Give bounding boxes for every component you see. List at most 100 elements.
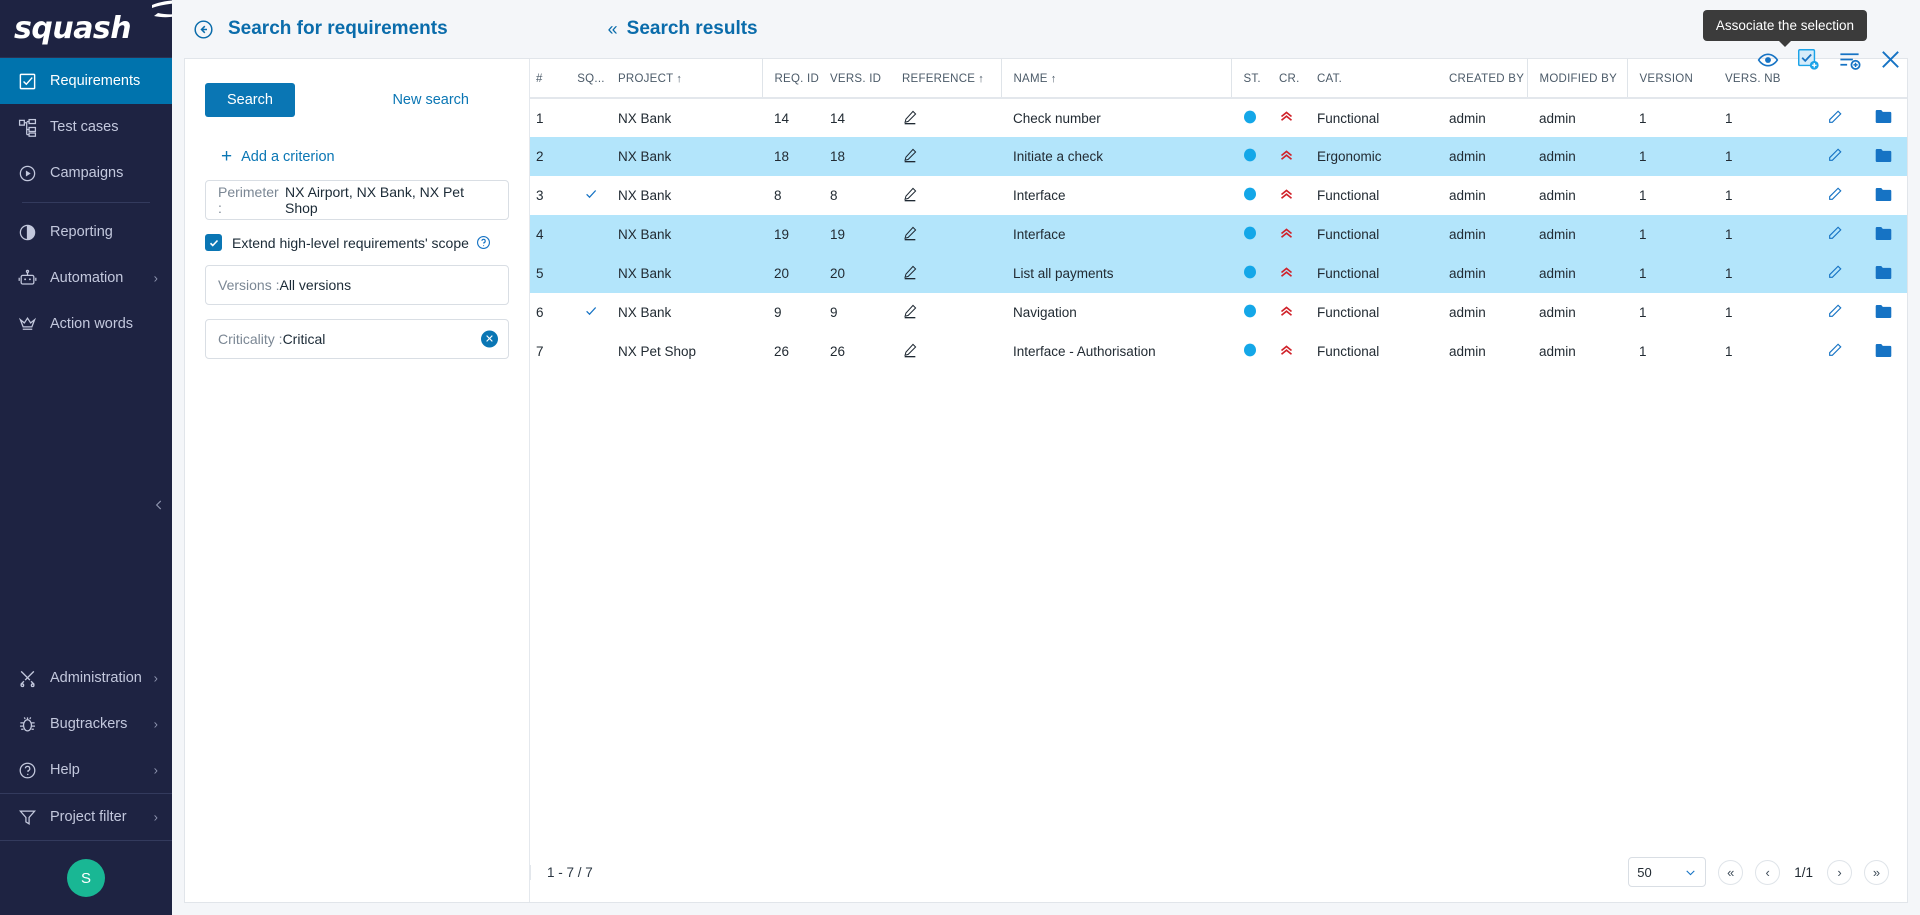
cell-category: Functional bbox=[1311, 176, 1443, 215]
sidebar-nav-main: Requirements Test cases bbox=[0, 58, 172, 347]
column-header-project[interactable]: PROJECT↑ bbox=[612, 59, 762, 98]
table-row[interactable]: 4NX Bank1919InterfaceFunctionaladminadmi… bbox=[530, 215, 1907, 254]
double-chevron-left-icon: « bbox=[608, 19, 618, 40]
column-header-num[interactable]: # bbox=[530, 59, 570, 98]
row-folder-icon[interactable] bbox=[1875, 265, 1892, 280]
column-header-version[interactable]: VERSION bbox=[1627, 59, 1719, 98]
reference-edit-icon[interactable] bbox=[902, 307, 918, 322]
status-dot-icon bbox=[1243, 306, 1257, 321]
column-header-reference[interactable]: REFERENCE↑ bbox=[896, 59, 1001, 98]
table-row[interactable]: 2NX Bank1818Initiate a checkErgonomicadm… bbox=[530, 137, 1907, 176]
reference-edit-icon[interactable] bbox=[902, 113, 918, 128]
reference-edit-icon[interactable] bbox=[902, 268, 918, 283]
prev-page-button[interactable]: ‹ bbox=[1755, 860, 1780, 885]
cell-vers_nb: 1 bbox=[1719, 254, 1811, 293]
row-edit-icon[interactable] bbox=[1827, 342, 1843, 358]
cell-project: NX Bank bbox=[612, 98, 762, 137]
sidebar-item-automation[interactable]: Automation › bbox=[0, 255, 172, 301]
row-edit-icon[interactable] bbox=[1827, 264, 1843, 280]
reference-edit-icon[interactable] bbox=[902, 151, 918, 166]
results-table-body: 1NX Bank1414Check numberFunctionaladmina… bbox=[530, 98, 1907, 371]
table-row[interactable]: 1NX Bank1414Check numberFunctionaladmina… bbox=[530, 98, 1907, 137]
sidebar-item-reporting[interactable]: Reporting bbox=[0, 209, 172, 255]
column-header-name[interactable]: NAME↑ bbox=[1001, 59, 1231, 98]
column-header-label: SQ... bbox=[577, 73, 604, 85]
list-plus-icon[interactable] bbox=[1838, 48, 1861, 71]
first-page-button[interactable]: « bbox=[1718, 860, 1743, 885]
criticality-critical-icon bbox=[1279, 112, 1294, 127]
main-area: Search for requirements « Search results… bbox=[172, 0, 1920, 915]
column-header-modified_by[interactable]: MODIFIED BY bbox=[1527, 59, 1627, 98]
avatar[interactable]: S bbox=[67, 859, 105, 897]
next-page-button[interactable]: › bbox=[1827, 860, 1852, 885]
clear-criterion-icon[interactable]: ✕ bbox=[481, 331, 498, 348]
criterion-versions[interactable]: Versions : All versions bbox=[205, 265, 509, 305]
app-logo[interactable]: squash bbox=[0, 0, 172, 58]
sidebar-item-action-words[interactable]: Action words bbox=[0, 301, 172, 347]
table-row[interactable]: 6NX Bank99NavigationFunctionaladminadmin… bbox=[530, 293, 1907, 332]
sidebar-item-project-filter[interactable]: Project filter › bbox=[0, 794, 172, 840]
row-edit-icon[interactable] bbox=[1827, 303, 1843, 319]
cell-modified_by: admin bbox=[1527, 176, 1627, 215]
reference-edit-icon[interactable] bbox=[902, 346, 918, 361]
row-folder-icon[interactable] bbox=[1875, 304, 1892, 319]
sidebar-item-campaigns[interactable]: Campaigns bbox=[0, 150, 172, 196]
table-row[interactable]: 3NX Bank88InterfaceFunctionaladminadmin1… bbox=[530, 176, 1907, 215]
search-button[interactable]: Search bbox=[205, 83, 295, 117]
criterion-criticality[interactable]: Criticality : Critical ✕ bbox=[205, 319, 509, 359]
table-row[interactable]: 7NX Pet Shop2626Interface - Authorisatio… bbox=[530, 332, 1907, 371]
row-edit-icon[interactable] bbox=[1827, 225, 1843, 241]
cell-edit bbox=[1811, 98, 1859, 137]
cell-name: List all payments bbox=[1001, 254, 1231, 293]
column-header-sq[interactable]: SQ... bbox=[570, 59, 612, 98]
column-header-status[interactable]: ST. bbox=[1231, 59, 1273, 98]
row-folder-icon[interactable] bbox=[1875, 343, 1892, 358]
sidebar-item-bugtrackers[interactable]: Bugtrackers › bbox=[0, 701, 172, 747]
reference-edit-icon[interactable] bbox=[902, 229, 918, 244]
eye-icon[interactable] bbox=[1757, 49, 1779, 71]
extend-scope-checkbox[interactable] bbox=[205, 234, 222, 251]
table-row[interactable]: 5NX Bank2020List all paymentsFunctionala… bbox=[530, 254, 1907, 293]
sidebar-item-test-cases[interactable]: Test cases bbox=[0, 104, 172, 150]
back-button[interactable] bbox=[192, 18, 214, 40]
page-size-select[interactable]: 50 bbox=[1628, 857, 1706, 887]
status-dot-icon bbox=[1243, 267, 1257, 282]
sidebar-item-administration[interactable]: Administration › bbox=[0, 655, 172, 701]
column-header-category[interactable]: CAT. bbox=[1311, 59, 1443, 98]
row-folder-icon[interactable] bbox=[1875, 148, 1892, 163]
question-circle-icon[interactable] bbox=[476, 235, 491, 250]
row-check-icon bbox=[584, 189, 598, 204]
row-edit-icon[interactable] bbox=[1827, 109, 1843, 125]
row-folder-icon[interactable] bbox=[1875, 187, 1892, 202]
reference-edit-icon[interactable] bbox=[902, 190, 918, 205]
cell-num: 4 bbox=[530, 215, 570, 254]
sidebar-item-help[interactable]: Help › bbox=[0, 747, 172, 793]
column-header-criticality[interactable]: CR. bbox=[1273, 59, 1311, 98]
cell-vers_nb: 1 bbox=[1719, 176, 1811, 215]
add-criterion-button[interactable]: + Add a criterion bbox=[221, 147, 509, 166]
close-icon[interactable] bbox=[1879, 48, 1902, 71]
search-results-toggle[interactable]: « Search results bbox=[608, 18, 758, 40]
chevron-right-icon: › bbox=[154, 763, 158, 778]
user-avatar-zone: S bbox=[0, 841, 172, 915]
cell-status bbox=[1231, 137, 1273, 176]
sidebar-item-label: Reporting bbox=[50, 224, 113, 240]
row-folder-icon[interactable] bbox=[1875, 109, 1892, 124]
sidebar-item-label: Help bbox=[50, 762, 80, 778]
row-folder-icon[interactable] bbox=[1875, 226, 1892, 241]
last-page-button[interactable]: » bbox=[1864, 860, 1889, 885]
pagination-controls: 50 « ‹ 1/1 › » bbox=[1628, 857, 1889, 887]
sidebar-item-requirements[interactable]: Requirements bbox=[0, 58, 172, 104]
row-edit-icon[interactable] bbox=[1827, 186, 1843, 202]
column-header-vers_id[interactable]: VERS. ID bbox=[824, 59, 896, 98]
checkbox-plus-icon[interactable] bbox=[1797, 48, 1820, 71]
column-header-created_by[interactable]: CREATED BY bbox=[1443, 59, 1527, 98]
new-search-link[interactable]: New search bbox=[392, 92, 469, 108]
cell-edit bbox=[1811, 293, 1859, 332]
row-edit-icon[interactable] bbox=[1827, 147, 1843, 163]
cell-folder bbox=[1859, 332, 1907, 371]
criterion-perimeter[interactable]: Perimeter : NX Airport, NX Bank, NX Pet … bbox=[205, 180, 509, 220]
cell-vers_id: 20 bbox=[824, 254, 896, 293]
sidebar-collapse-toggle[interactable] bbox=[152, 497, 166, 517]
column-header-req_id[interactable]: REQ. ID bbox=[762, 59, 824, 98]
